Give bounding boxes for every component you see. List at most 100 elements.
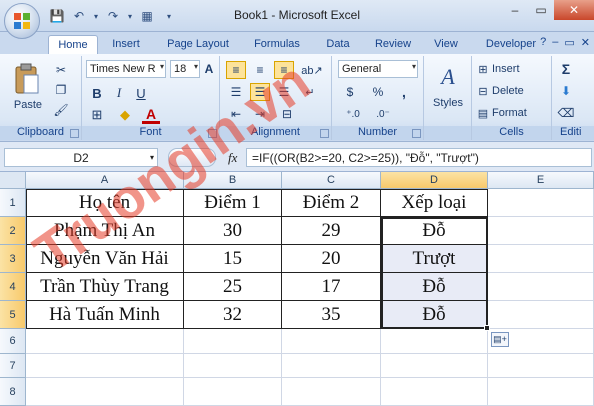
- insert-button[interactable]: Insert: [492, 61, 540, 77]
- formula-bar-expander[interactable]: [168, 148, 216, 167]
- formula-input[interactable]: =IF((OR(B2>=20, C2>=25)), "Đỗ", "Trượt"): [246, 148, 592, 167]
- select-all-corner[interactable]: [0, 172, 26, 189]
- align-center-icon[interactable]: ☰: [250, 83, 270, 101]
- insert-function-button[interactable]: fx: [228, 150, 237, 166]
- cut-icon[interactable]: ✂: [52, 62, 70, 78]
- grow-font-icon[interactable]: A: [202, 61, 216, 77]
- row-header-4[interactable]: 4: [0, 273, 26, 301]
- clear-icon[interactable]: ⌫: [558, 105, 575, 121]
- cell-d5[interactable]: Đỗ: [381, 301, 488, 329]
- cell-a5[interactable]: Hà Tuấn Minh: [26, 301, 184, 329]
- column-header-b[interactable]: B: [184, 172, 282, 189]
- row-header-2[interactable]: 2: [0, 217, 26, 245]
- number-launcher-icon[interactable]: [412, 129, 421, 138]
- styles-button[interactable]: Styles: [428, 96, 468, 110]
- decrease-indent-icon[interactable]: ⇤: [226, 105, 246, 123]
- paste-button[interactable]: Paste: [12, 98, 44, 112]
- close-button[interactable]: ✕: [554, 0, 594, 20]
- insert-cells-icon[interactable]: ⊞: [476, 61, 490, 77]
- cell-e5[interactable]: [488, 301, 594, 329]
- row-header-8[interactable]: 8: [0, 378, 26, 406]
- cell-c2[interactable]: 29: [282, 217, 381, 245]
- align-right-icon[interactable]: ☰: [274, 83, 294, 101]
- align-top-icon[interactable]: ≡: [226, 61, 246, 79]
- cell-a1[interactable]: Họ tên: [26, 189, 184, 217]
- cell-e8[interactable]: [488, 378, 594, 406]
- cell-a8[interactable]: [26, 378, 184, 406]
- fill-handle[interactable]: [484, 325, 490, 331]
- row-header-1[interactable]: 1: [0, 189, 26, 217]
- cell-b6[interactable]: [184, 329, 282, 354]
- align-left-icon[interactable]: ☰: [226, 83, 246, 101]
- italic-button[interactable]: I: [110, 84, 128, 102]
- fill-color-icon[interactable]: ◆: [116, 106, 134, 124]
- cell-b8[interactable]: [184, 378, 282, 406]
- delete-button[interactable]: Delete: [492, 83, 540, 99]
- cell-a6[interactable]: [26, 329, 184, 354]
- tab-developer[interactable]: Developer: [478, 35, 544, 54]
- underline-button[interactable]: U: [132, 84, 150, 102]
- row-header-6[interactable]: 6: [0, 329, 26, 354]
- cell-e4[interactable]: [488, 273, 594, 301]
- align-bottom-icon[interactable]: ≡: [274, 61, 294, 79]
- tab-review[interactable]: Review: [368, 35, 418, 54]
- cell-d2[interactable]: Đỗ: [381, 217, 488, 245]
- delete-cells-icon[interactable]: ⊟: [476, 83, 490, 99]
- help-icon[interactable]: ?: [540, 36, 546, 49]
- cell-d7[interactable]: [381, 354, 488, 378]
- cell-c7[interactable]: [282, 354, 381, 378]
- row-header-5[interactable]: 5: [0, 301, 26, 329]
- minimize-ribbon-icon[interactable]: –: [552, 36, 558, 49]
- row-header-7[interactable]: 7: [0, 354, 26, 378]
- cell-e1[interactable]: [488, 189, 594, 217]
- percent-button[interactable]: %: [368, 83, 388, 101]
- copy-icon[interactable]: ❐: [52, 82, 70, 98]
- comma-button[interactable]: ,: [394, 83, 414, 101]
- name-box[interactable]: D2 ▾: [4, 148, 158, 167]
- tab-view[interactable]: View: [426, 35, 466, 54]
- cell-e2[interactable]: [488, 217, 594, 245]
- borders-icon[interactable]: ⊞: [88, 106, 106, 124]
- tab-page-layout[interactable]: Page Layout: [160, 35, 236, 54]
- cell-b5[interactable]: 32: [184, 301, 282, 329]
- paste-icon[interactable]: [10, 60, 44, 98]
- align-middle-icon[interactable]: ≡: [250, 61, 270, 79]
- cell-a7[interactable]: [26, 354, 184, 378]
- tab-data[interactable]: Data: [318, 35, 358, 54]
- increase-indent-icon[interactable]: ⇥: [250, 105, 270, 123]
- minimize-button[interactable]: –: [502, 0, 528, 20]
- clipboard-launcher-icon[interactable]: [70, 129, 79, 138]
- cell-b7[interactable]: [184, 354, 282, 378]
- cell-d6[interactable]: [381, 329, 488, 354]
- increase-decimal-icon[interactable]: ⁺.0: [340, 105, 366, 123]
- column-header-d[interactable]: D: [381, 172, 488, 189]
- currency-button[interactable]: $: [340, 83, 360, 101]
- cell-a4[interactable]: Trần Thùy Trang: [26, 273, 184, 301]
- cell-d8[interactable]: [381, 378, 488, 406]
- font-size-combo[interactable]: 18 ▾: [170, 60, 200, 78]
- column-header-a[interactable]: A: [26, 172, 184, 189]
- cell-e3[interactable]: [488, 245, 594, 273]
- office-button[interactable]: [4, 3, 40, 39]
- font-color-button[interactable]: A: [142, 106, 160, 124]
- cell-c8[interactable]: [282, 378, 381, 406]
- format-cells-icon[interactable]: ▤: [476, 105, 490, 121]
- cell-b1[interactable]: Điểm 1: [184, 189, 282, 217]
- restore-ribbon-icon[interactable]: ▭: [564, 36, 574, 49]
- tab-home[interactable]: Home: [48, 35, 98, 54]
- autosum-button[interactable]: Σ: [558, 61, 574, 77]
- alignment-launcher-icon[interactable]: [320, 129, 329, 138]
- cell-c4[interactable]: 17: [282, 273, 381, 301]
- cell-c6[interactable]: [282, 329, 381, 354]
- fill-icon[interactable]: ⬇: [558, 83, 574, 99]
- number-format-combo[interactable]: General ▾: [338, 60, 418, 78]
- cell-a3[interactable]: Nguyễn Văn Hải: [26, 245, 184, 273]
- restore-button[interactable]: ▭: [528, 0, 554, 20]
- styles-icon[interactable]: A: [434, 62, 462, 92]
- row-header-3[interactable]: 3: [0, 245, 26, 273]
- close-workbook-icon[interactable]: ✕: [581, 36, 590, 49]
- cell-e7[interactable]: [488, 354, 594, 378]
- cell-b3[interactable]: 15: [184, 245, 282, 273]
- font-name-combo[interactable]: Times New R ▾: [86, 60, 166, 78]
- font-launcher-icon[interactable]: [208, 129, 217, 138]
